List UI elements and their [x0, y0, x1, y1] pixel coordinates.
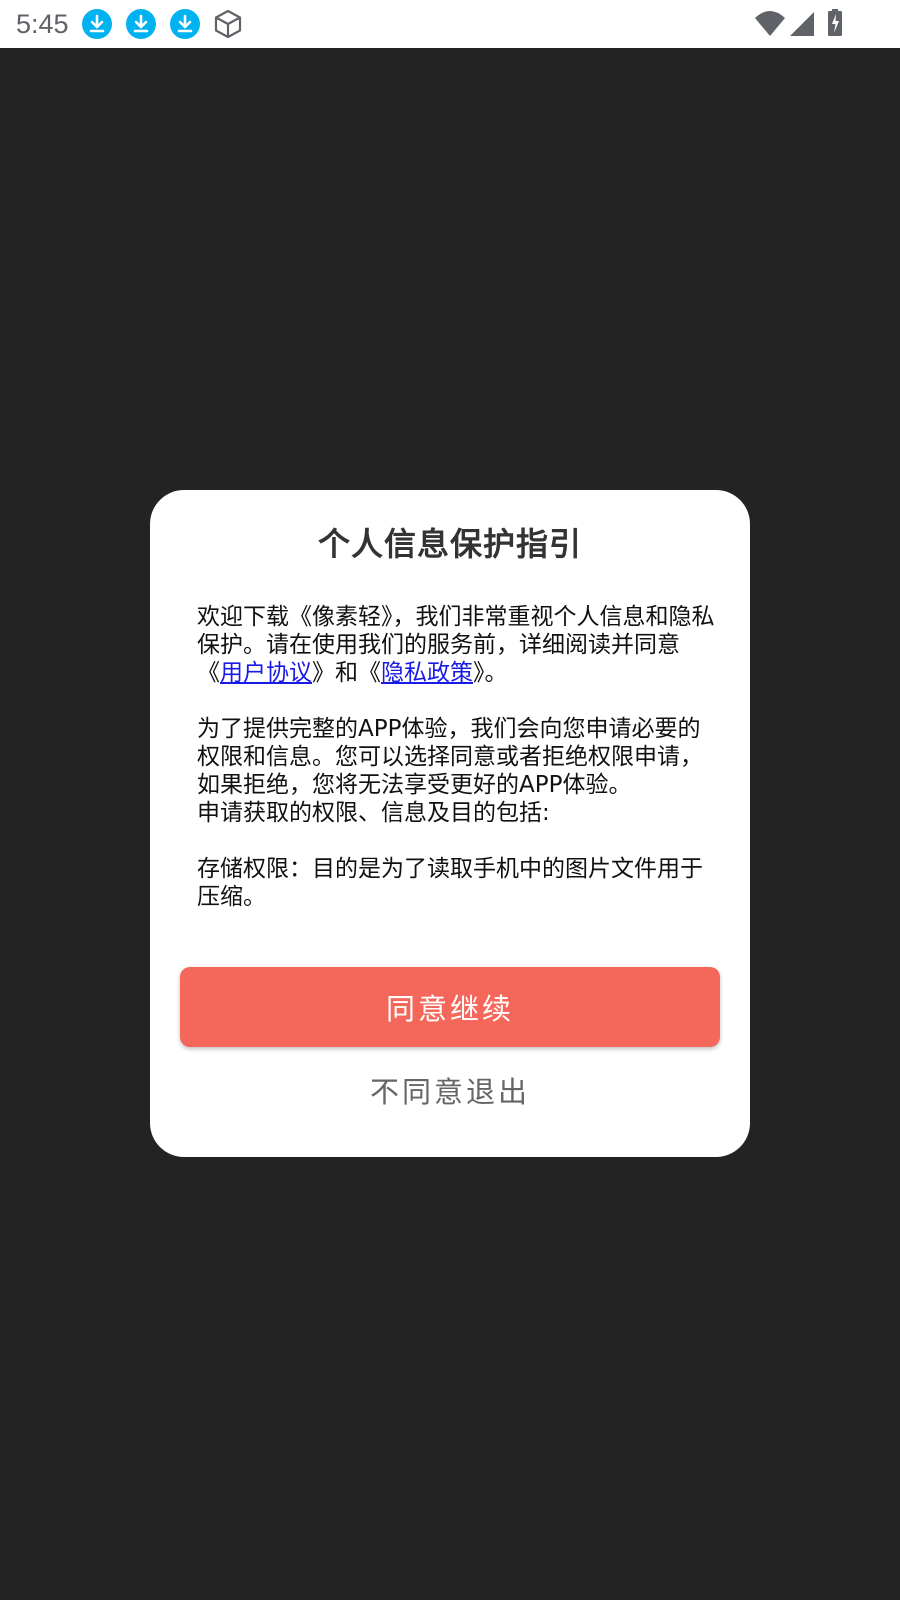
download-icon [170, 9, 200, 39]
cube-icon [213, 9, 243, 39]
user-agreement-link[interactable]: 用户协议 [220, 660, 312, 686]
signal-icon [789, 0, 815, 48]
status-time: 5:45 [16, 9, 69, 39]
welcome-text-middle: 》和《 [312, 660, 381, 686]
permission-intro-paragraph: 为了提供完整的APP体验，我们会向您申请必要的权限和信息。您可以选择同意或者拒绝… [197, 716, 703, 798]
welcome-paragraph: 欢迎下载《像素轻》，我们非常重视个人信息和隐私保护。请在使用我们的服务前，详细阅… [197, 603, 717, 687]
wifi-icon [754, 0, 786, 48]
privacy-policy-link[interactable]: 隐私政策 [381, 660, 473, 686]
agree-continue-button[interactable]: 同意继续 [180, 967, 720, 1047]
disagree-exit-button[interactable]: 不同意退出 [180, 1066, 720, 1114]
permission-list-heading: 申请获取的权限、信息及目的包括: [197, 800, 550, 826]
dialog-title: 个人信息保护指引 [317, 525, 582, 563]
status-bar: 5:45 [0, 0, 900, 48]
download-icon [82, 9, 112, 39]
storage-permission-paragraph: 存储权限：目的是为了读取手机中的图片文件用于压缩。 [197, 856, 703, 910]
battery-charging-icon [826, 0, 846, 48]
welcome-text-suffix: 》。 [473, 660, 508, 686]
download-icon [126, 9, 156, 39]
dialog-body: 欢迎下载《像素轻》，我们非常重视个人信息和隐私保护。请在使用我们的服务前，详细阅… [197, 603, 717, 911]
